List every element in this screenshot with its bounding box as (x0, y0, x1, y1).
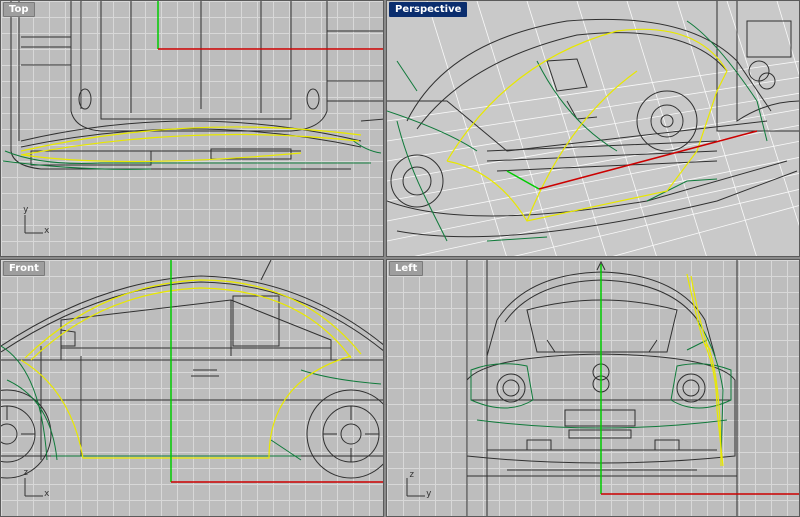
viewport-front[interactable]: Front z x (0, 259, 384, 517)
viewport-top[interactable]: Top y x (0, 0, 384, 257)
viewport-label-perspective[interactable]: Perspective (389, 2, 468, 17)
viewport-label-top[interactable]: Top (3, 2, 35, 17)
viewport-label-left[interactable]: Left (389, 261, 424, 276)
left-view-wireframe (466, 260, 799, 516)
top-view-wireframe (2, 1, 383, 170)
axis-indicator-left: z y (406, 470, 432, 499)
viewport-perspective[interactable]: Perspective (386, 0, 800, 257)
viewport-label-front[interactable]: Front (3, 261, 45, 276)
axis-indicator-front: z x (23, 468, 50, 499)
viewport-left[interactable]: Left z y (386, 259, 800, 517)
axis-indicator-top: y x (23, 205, 50, 236)
perspective-view-wireframe (387, 1, 799, 256)
front-view-wireframe (1, 260, 383, 483)
